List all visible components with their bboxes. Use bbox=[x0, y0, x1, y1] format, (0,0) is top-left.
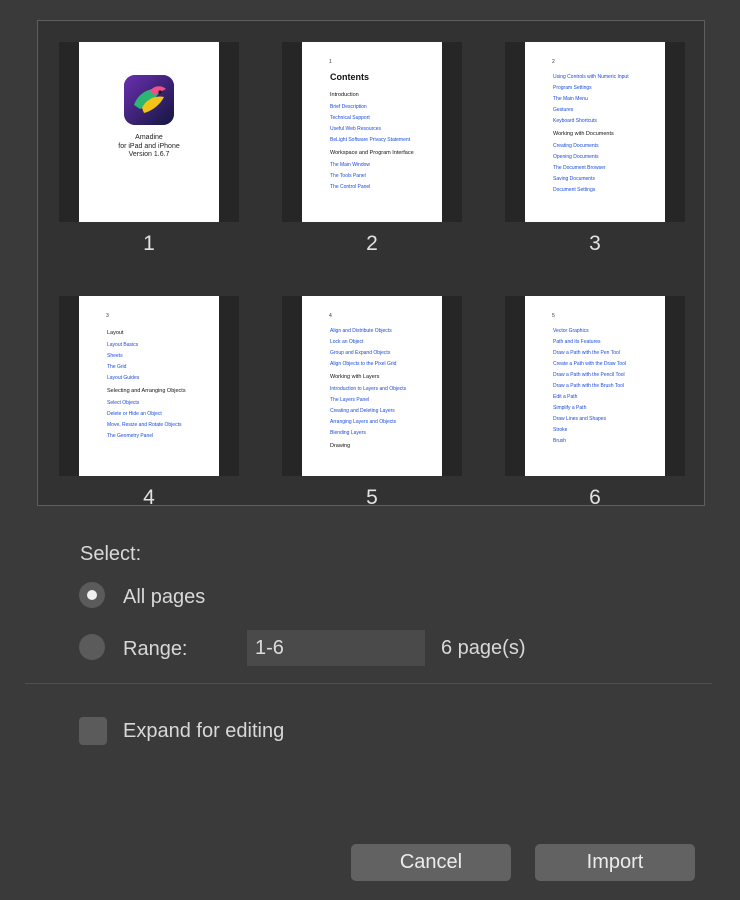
toc-entry-link: Move, Resize and Rotate Objects bbox=[107, 422, 182, 428]
page-footer-number: 4 bbox=[329, 313, 332, 319]
toc-entry-link: Opening Documents bbox=[553, 154, 599, 160]
toc-entry-link: Layout Basics bbox=[107, 342, 139, 348]
page-number-label: 6 bbox=[589, 486, 601, 509]
divider bbox=[25, 683, 712, 684]
page-preview: 1 Contents Introduction Brief Description Te… bbox=[302, 42, 442, 222]
toc-entry-link: The Document Browser bbox=[553, 165, 606, 171]
toc-entry-link: Align Objects to the Pixel Grid bbox=[330, 361, 397, 367]
toc-entry-link: Draw a Path with the Pencil Tool bbox=[553, 372, 625, 378]
amadine-bird-icon bbox=[124, 75, 174, 125]
page-number-label: 4 bbox=[143, 486, 155, 509]
toc-entry-link: Align and Distribute Objects bbox=[330, 328, 392, 334]
toc-entry-link: Draw a Path with the Pen Tool bbox=[553, 350, 620, 356]
toc-entry-link: Sheets bbox=[107, 353, 123, 359]
toc-entry-link: The Layers Panel bbox=[330, 397, 370, 403]
page-preview: 3 Layout Layout Basics Sheets The Grid Layout… bbox=[79, 296, 219, 476]
toc-entry-link: Delete or Hide an Object bbox=[107, 411, 162, 417]
toc-entry-link: BeLight Software Privacy Statement bbox=[330, 137, 411, 143]
select-label: Select: bbox=[80, 543, 142, 565]
toc-entry-link: Draw a Path with the Brush Tool bbox=[553, 383, 625, 389]
toc-entry-link: Creating Documents bbox=[553, 143, 599, 149]
toc-entry-link: Saving Documents bbox=[553, 176, 595, 182]
page-number-label: 2 bbox=[366, 232, 378, 255]
toc-section-title: Workspace and Program Interface bbox=[330, 150, 414, 156]
toc-section-title: Introduction bbox=[330, 92, 359, 98]
page-preview: 2 Using Controls with Numeric Input Progra… bbox=[525, 42, 665, 222]
page-preview: 4 Align and Distribute Objects Lock an Obj… bbox=[302, 296, 442, 476]
page-number-label: 5 bbox=[366, 486, 378, 509]
all-pages-label[interactable]: All pages bbox=[123, 586, 205, 609]
page-preview: 5 Vector Graphics Path and its Features Dra… bbox=[525, 296, 665, 476]
toc-entry-link: Arranging Layers and Objects bbox=[330, 419, 397, 425]
toc-entry-link: Brief Description bbox=[330, 104, 367, 110]
page-footer-number: 3 bbox=[106, 313, 109, 319]
toc-section-title: Drawing bbox=[330, 443, 351, 449]
toc-entry-link: Stroke bbox=[553, 427, 568, 433]
toc-entry-link: Brush bbox=[553, 438, 567, 444]
toc-entry-link: Select Objects bbox=[107, 400, 140, 406]
toc-entry-link: Group and Expand Objects bbox=[330, 350, 391, 356]
toc-entry-link: Vector Graphics bbox=[553, 328, 589, 334]
toc-list: Vector Graphics Path and its Features Draw… bbox=[553, 326, 665, 447]
toc-entry-link: The Grid bbox=[107, 364, 127, 370]
toc-entry-link: Technical Support bbox=[330, 115, 370, 121]
toc-list: Layout Layout Basics Sheets The Grid Layout … bbox=[107, 326, 219, 442]
toc-heading: Contents bbox=[330, 72, 369, 82]
cover-line-2: for iPad and iPhone bbox=[118, 142, 180, 150]
toc-section-title: Layout bbox=[107, 330, 124, 336]
cover-title-block: Amadine for iPad and iPhone Version 1.6.… bbox=[79, 134, 219, 160]
toc-entry-link: The Geometry Panel bbox=[107, 433, 154, 439]
toc-entry-link: Using Controls with Numeric Input bbox=[553, 74, 629, 80]
page-count-label: 6 page(s) bbox=[441, 637, 526, 659]
toc-entry-link: The Main Window bbox=[330, 162, 371, 168]
page-number-label: 1 bbox=[143, 232, 155, 255]
toc-entry-link: Gestures bbox=[553, 107, 574, 113]
page-footer-number: 1 bbox=[329, 59, 332, 65]
toc-entry-link: Blending Layers bbox=[330, 430, 366, 436]
cancel-button[interactable]: Cancel bbox=[351, 844, 511, 881]
range-radio[interactable] bbox=[79, 634, 105, 660]
toc-entry-link: Introduction to Layers and Objects bbox=[330, 386, 407, 392]
toc-entry-link: Program Settings bbox=[553, 85, 592, 91]
page-thumbnails-grid: Amadine for iPad and iPhone Version 1.6.… bbox=[37, 20, 705, 509]
toc-list: Contents Introduction Brief Description Tec… bbox=[330, 72, 442, 193]
cover-line-3: Version 1.6.7 bbox=[128, 151, 170, 158]
toc-entry-link: The Main Menu bbox=[553, 96, 588, 102]
toc-entry-link: Simplify a Path bbox=[553, 405, 587, 411]
page-preview: Amadine for iPad and iPhone Version 1.6.… bbox=[79, 42, 219, 222]
expand-for-editing-checkbox[interactable] bbox=[79, 717, 107, 745]
toc-section-title: Working with Layers bbox=[330, 374, 380, 380]
toc-entry-link: Draw Lines and Shapes bbox=[553, 416, 607, 422]
toc-entry-link: Document Settings bbox=[553, 187, 596, 193]
toc-entry-link: Edit a Path bbox=[553, 394, 578, 400]
toc-list: Using Controls with Numeric Input Program… bbox=[553, 72, 665, 196]
toc-entry-link: Keyboard Shortcuts bbox=[553, 118, 597, 124]
toc-entry-link: Creating and Deleting Layers bbox=[330, 408, 395, 414]
page-footer-number: 5 bbox=[552, 313, 555, 319]
expand-for-editing-label[interactable]: Expand for editing bbox=[123, 720, 284, 743]
page-number-label: 3 bbox=[589, 232, 601, 255]
toc-entry-link: Path and its Features bbox=[553, 339, 601, 345]
page-footer-number: 2 bbox=[552, 59, 555, 65]
range-label[interactable]: Range: bbox=[123, 638, 188, 661]
toc-entry-link: The Control Panel bbox=[330, 184, 371, 190]
all-pages-radio[interactable] bbox=[79, 582, 105, 608]
toc-entry-link: The Tools Panel bbox=[330, 173, 366, 179]
toc-entry-link: Create a Path with the Draw Tool bbox=[553, 361, 627, 367]
range-input[interactable]: 1-6 bbox=[247, 630, 425, 666]
toc-entry-link: Layout Guides bbox=[107, 375, 140, 381]
toc-section-title: Selecting and Arranging Objects bbox=[107, 388, 186, 394]
toc-list: Align and Distribute Objects Lock an Obje… bbox=[330, 326, 442, 453]
cover-line-1: Amadine bbox=[135, 134, 163, 141]
import-button[interactable]: Import bbox=[535, 844, 695, 881]
toc-entry-link: Useful Web Resources bbox=[330, 126, 382, 132]
toc-entry-link: Lock an Object bbox=[330, 339, 364, 345]
toc-section-title: Working with Documents bbox=[553, 131, 614, 137]
